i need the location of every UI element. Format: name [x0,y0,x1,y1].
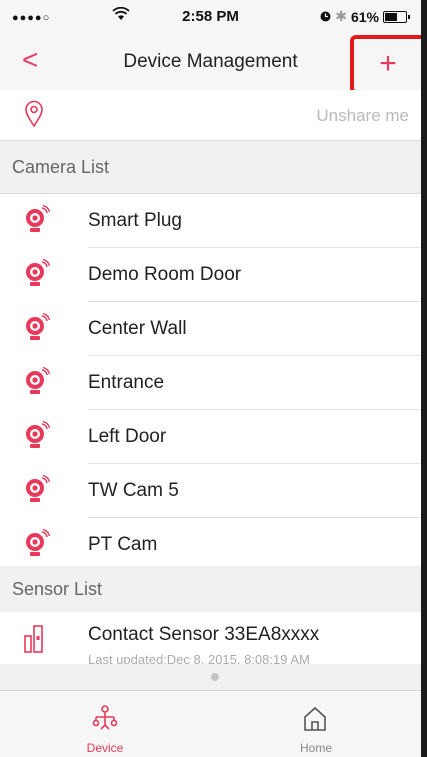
home-icon [304,706,326,731]
camera-row[interactable]: Center Wall [0,302,421,356]
sensor-name: Contact Sensor 33EA8xxxx [88,624,320,645]
status-bar: ●●●●○ 2:58 PM ✱ 61% [0,0,421,34]
navigation-bar: < Device Management + [0,34,426,94]
sensor-list-header: Sensor List [0,566,421,613]
camera-list-title: Camera List [12,157,110,177]
camera-list-header: Camera List [0,141,421,194]
camera-name: Left Door [88,410,421,464]
camera-name: Demo Room Door [88,248,421,302]
tab-device-label: Device [86,741,124,755]
camera-row[interactable]: Left Door [0,410,421,464]
camera-icon [24,366,51,402]
device-bezel [421,0,427,757]
camera-name: Smart Plug [88,194,421,248]
bluetooth-icon: ✱ [335,8,347,24]
camera-icon [24,204,51,240]
camera-row[interactable]: PT Cam [0,518,421,572]
tab-bar: Device Home [0,690,421,757]
share-row: Unshare me [0,90,421,141]
sensor-list-title: Sensor List [12,579,103,599]
camera-row[interactable]: TW Cam 5 [0,464,421,518]
tab-home-label: Home [299,741,332,755]
battery-percent: 61% [350,8,379,25]
camera-name: Center Wall [88,302,421,356]
camera-icon [24,312,51,348]
sensor-row[interactable]: Contact Sensor 33EA8xxxx Last updated:De… [0,612,421,664]
camera-name: PT Cam [88,534,158,555]
add-device-button[interactable]: + [350,35,426,94]
status-right: ✱ 61% [320,8,410,25]
camera-row[interactable]: Entrance [0,356,421,410]
camera-row[interactable]: Smart Plug [0,194,421,248]
device-network-icon [92,705,118,730]
page-dot [211,673,219,681]
phone-screen: ●●●●○ 2:58 PM ✱ 61% < Device Management … [0,0,427,757]
camera-name: Entrance [88,356,421,410]
tab-device[interactable]: Device [0,691,210,757]
battery-icon [383,10,410,23]
tab-home[interactable]: Home [211,691,421,757]
location-pin-icon [24,100,44,133]
camera-icon [24,528,51,564]
camera-icon [24,420,51,456]
camera-list: Smart Plug Demo Room Door Center Wall En… [0,194,421,572]
camera-name: TW Cam 5 [88,464,421,518]
page-indicator [0,664,421,690]
camera-icon [24,258,51,294]
camera-row[interactable]: Demo Room Door [0,248,421,302]
sensor-last-updated: Last updated:Dec 8, 2015, 8:08:19 AM [88,652,310,664]
contact-sensor-icon [24,624,44,659]
alarm-icon [320,9,331,25]
unshare-me-button[interactable]: Unshare me [316,106,409,126]
camera-icon [24,474,51,510]
